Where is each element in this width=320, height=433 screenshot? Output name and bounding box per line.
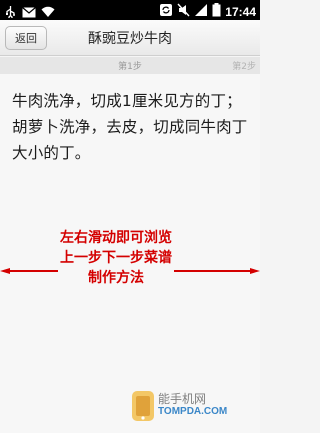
step-indicator: 第1步 第2步 bbox=[0, 57, 260, 74]
watermark-domain: TOMPDA.COM bbox=[158, 406, 228, 417]
watermark-icon bbox=[132, 391, 154, 421]
signal-icon bbox=[194, 2, 208, 21]
mute-icon bbox=[177, 2, 190, 21]
status-bar: 17:44 bbox=[0, 0, 260, 20]
page-title: 酥豌豆炒牛肉 bbox=[88, 31, 172, 47]
status-time: 17:44 bbox=[225, 4, 256, 19]
step-instruction-text: 牛肉洗净，切成1厘米见方的丁；胡萝卜洗净，去皮，切成同牛肉丁大小的丁。 bbox=[12, 92, 248, 162]
watermark-logo: 能手机网 TOMPDA.COM bbox=[130, 388, 256, 428]
sync-icon bbox=[159, 2, 173, 21]
step-content[interactable]: 牛肉洗净，切成1厘米见方的丁；胡萝卜洗净，去皮，切成同牛肉丁大小的丁。 左右滑动… bbox=[0, 74, 260, 433]
app-screen: 17:44 返回 酥豌豆炒牛肉 第1步 第2步 牛肉洗净，切成1厘米见方的丁；胡… bbox=[0, 0, 260, 433]
watermark-name: 能手机网 bbox=[158, 392, 207, 406]
battery-icon bbox=[212, 2, 221, 21]
step-next-label[interactable]: 第2步 bbox=[232, 59, 256, 72]
step-current-label[interactable]: 第1步 bbox=[0, 59, 260, 72]
title-bar: 返回 酥豌豆炒牛肉 bbox=[0, 20, 260, 56]
swipe-hint-text: 左右滑动即可浏览上一步下一步菜谱制作方法 bbox=[58, 228, 174, 288]
